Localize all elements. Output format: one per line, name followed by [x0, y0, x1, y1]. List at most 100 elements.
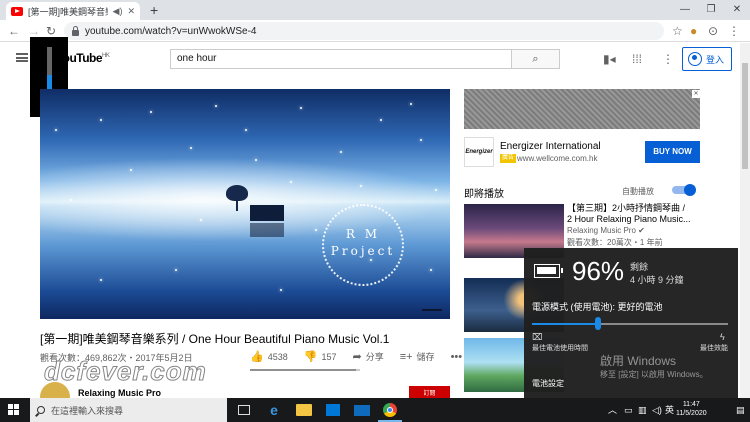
star	[255, 159, 257, 161]
menu-icon[interactable]	[16, 53, 28, 62]
page-scrollbar[interactable]	[740, 43, 750, 398]
dislike-icon[interactable]: 👎	[304, 350, 318, 363]
chrome-icon[interactable]	[383, 403, 397, 417]
star	[280, 289, 282, 291]
update-icon[interactable]: ⊙	[708, 23, 718, 39]
battery-remaining: 剩餘 4 小時 9 分鐘	[630, 261, 684, 287]
audio-playing-icon[interactable]: ◀)	[113, 6, 123, 17]
star	[410, 103, 412, 105]
tray-network-icon[interactable]: ▥	[638, 403, 647, 417]
activate-line1: 啟用 Windows	[600, 354, 677, 368]
ad-close-icon[interactable]: ✕	[692, 90, 700, 98]
mail-icon[interactable]	[354, 405, 370, 416]
new-tab-button[interactable]: +	[150, 2, 158, 18]
rm-project-logo: R M Project	[322, 226, 404, 260]
tray-volume-icon[interactable]: ◁)	[652, 403, 662, 417]
battery-settings-link[interactable]: 電池設定	[532, 378, 564, 389]
account-icon	[688, 52, 702, 66]
power-mode-label: 電源模式 (使用電池): 更好的電池	[532, 302, 663, 312]
star	[200, 219, 202, 221]
youtube-favicon-icon	[11, 6, 23, 16]
battery-flyout: 96% 剩餘 4 小時 9 分鐘 電源模式 (使用電池): 更好的電池 ⌧ ϟ …	[524, 248, 738, 398]
star	[70, 199, 72, 201]
rm-logo-line2: Project	[330, 244, 396, 258]
profile-avatar-icon[interactable]: ●	[690, 23, 697, 39]
share-icon[interactable]: ➦	[352, 350, 361, 363]
castle-silhouette	[422, 299, 442, 311]
tab-close-icon[interactable]: ✕	[127, 6, 135, 17]
address-bar[interactable]: youtube.com/watch?v=unWwokWSe-4	[64, 22, 664, 40]
autoplay-label: 自動播放	[622, 187, 654, 196]
star	[130, 169, 132, 171]
ad-badge: 廣告	[500, 154, 517, 163]
ime-indicator[interactable]: 英	[665, 403, 674, 417]
restore-icon[interactable]: ❐	[698, 0, 724, 20]
clock-time: 11:47	[682, 401, 700, 408]
activate-line2: 移至 [設定] 以啟用 Windows。	[600, 370, 708, 379]
browser-tab[interactable]: [第一期]唯美鋼琴音樂系列 / ◀) ✕	[6, 2, 140, 20]
clock-date: 11/5/2020	[676, 410, 707, 417]
video-player[interactable]: R M Project	[40, 89, 450, 319]
star	[100, 119, 102, 121]
power-mode-slider[interactable]	[532, 323, 728, 325]
star	[315, 229, 317, 231]
star	[360, 185, 362, 187]
like-count[interactable]: 4538	[268, 352, 288, 362]
remaining-label: 剩餘	[630, 262, 649, 272]
store-icon[interactable]	[326, 404, 340, 416]
battery-saver-leaf-icon: ⌧	[532, 332, 543, 342]
search-button[interactable]: ⌕	[512, 49, 560, 69]
recommendation-title[interactable]: 【第三期】2小時抒情鋼琴曲 / 2 Hour Relaxing Piano Mu…	[567, 203, 692, 225]
ad-title[interactable]: Energizer International	[500, 141, 601, 152]
create-video-icon[interactable]: ▮◂	[603, 52, 616, 66]
power-mode-thumb[interactable]	[595, 317, 601, 330]
taskbar-search-placeholder: 在這裡輸入來搜尋	[51, 405, 124, 416]
url-text: youtube.com/watch?v=unWwokWSe-4	[85, 25, 257, 37]
taskbar-clock[interactable]: 11:47 11/5/2020	[676, 400, 707, 418]
ad-url: www.wellcome.com.hk	[517, 154, 598, 163]
more-actions-icon[interactable]: •••	[451, 351, 463, 363]
bookmark-star-icon[interactable]: ☆	[672, 23, 683, 39]
back-icon[interactable]: ←	[8, 23, 20, 39]
windows-start-icon[interactable]	[8, 404, 20, 416]
file-explorer-icon[interactable]	[296, 404, 312, 416]
brightness-slider[interactable]	[47, 47, 52, 93]
remaining-time: 4 小時 9 分鐘	[630, 275, 684, 285]
apps-grid-icon[interactable]: ⁞⁞⁞	[632, 52, 642, 66]
like-icon[interactable]: 👍	[250, 350, 264, 363]
close-window-icon[interactable]: ✕	[724, 0, 750, 20]
activate-windows-watermark: 啟用 Windows 移至 [設定] 以啟用 Windows。	[600, 352, 708, 380]
scrollbar-thumb[interactable]	[742, 63, 748, 169]
minimize-icon[interactable]: —	[672, 0, 698, 20]
star	[175, 269, 177, 271]
performance-bolt-icon: ϟ	[720, 332, 725, 342]
autoplay-toggle[interactable]	[672, 184, 696, 196]
windows-taskbar: 在這裡輸入來搜尋 e ︿ ▭ ▥ ◁) 英 11:47 11/5/2020 ▤	[0, 398, 750, 422]
up-next-heading: 即將播放	[464, 189, 504, 200]
chrome-menu-icon[interactable]: ⋮	[728, 23, 740, 39]
task-view-icon[interactable]	[238, 405, 250, 415]
dcfever-watermark: dcfever.com	[44, 356, 207, 387]
notification-icon[interactable]: ▤	[736, 403, 745, 417]
star	[380, 119, 382, 121]
settings-more-icon[interactable]: ⋮	[662, 52, 674, 66]
search-input[interactable]: one hour	[170, 49, 512, 69]
dislike-count[interactable]: 157	[321, 352, 336, 362]
save-label[interactable]: 儲存	[417, 350, 435, 363]
channel-name[interactable]: Relaxing Music Pro	[78, 388, 161, 398]
ad-banner[interactable]	[464, 89, 700, 129]
star	[290, 181, 292, 183]
power-mode-fill	[532, 323, 597, 325]
buy-now-button[interactable]: BUY NOW	[645, 141, 700, 163]
sign-in-button[interactable]: 登入	[682, 47, 732, 71]
star	[100, 279, 102, 281]
save-playlist-icon[interactable]: ≡+	[400, 351, 413, 363]
tray-battery-icon[interactable]: ▭	[624, 403, 633, 417]
energizer-logo[interactable]: Energizer	[464, 137, 494, 167]
share-label[interactable]: 分享	[366, 350, 384, 363]
tray-chevron-icon[interactable]: ︿	[608, 403, 617, 417]
taskbar-search[interactable]: 在這裡輸入來搜尋	[30, 398, 227, 422]
edge-icon[interactable]: e	[266, 402, 282, 418]
star	[435, 189, 437, 191]
like-ratio-bar	[250, 369, 360, 371]
